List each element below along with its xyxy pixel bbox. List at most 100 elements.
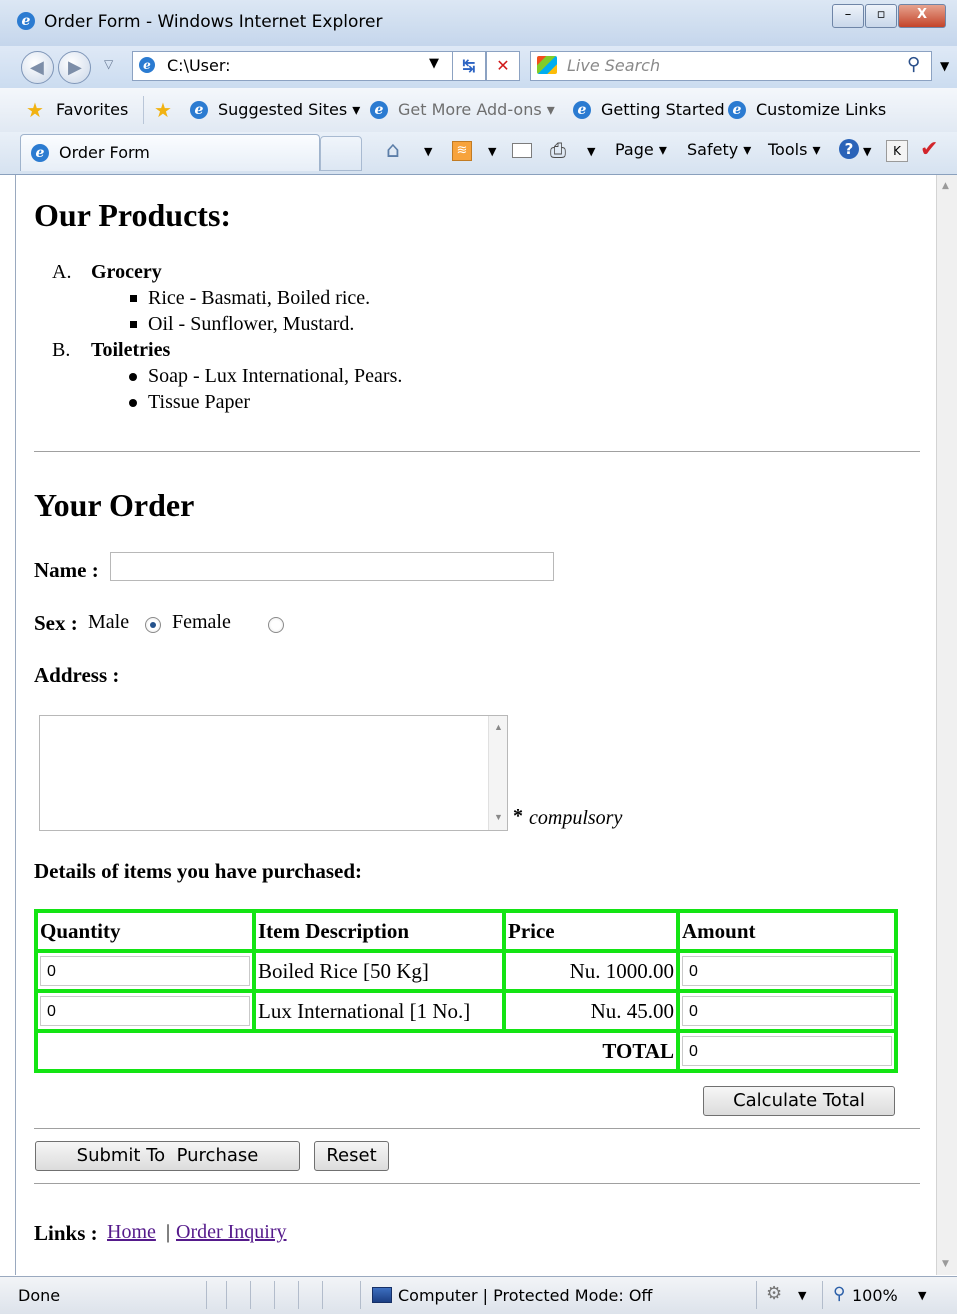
customize-links-link[interactable]: Customize Links — [756, 100, 886, 119]
get-more-addons-link[interactable]: Get More Add-ons ▾ — [398, 100, 555, 119]
refresh-button[interactable]: ↹ — [452, 51, 486, 81]
search-box[interactable]: Live Search ⚲ — [530, 51, 932, 81]
order-inquiry-link[interactable]: Order Inquiry — [176, 1221, 287, 1244]
forward-button[interactable]: ▶ — [58, 51, 91, 84]
page-scrollbar[interactable]: ▲ ▼ — [936, 175, 957, 1275]
price-cell: Nu. 1000.00 — [504, 951, 678, 991]
table-header-row: Quantity Item Description Price Amount — [36, 911, 896, 951]
square-bullet-icon — [130, 321, 137, 328]
suggested-sites-link[interactable]: Suggested Sites ▾ — [218, 100, 360, 119]
male-radio[interactable] — [145, 617, 161, 634]
divider — [274, 1281, 275, 1309]
window-title: Order Form - Windows Internet Explorer — [44, 12, 383, 32]
tab-title: Order Form — [59, 143, 150, 162]
tab-order-form[interactable]: e Order Form — [20, 134, 320, 171]
divider — [822, 1281, 823, 1309]
tools-menu[interactable]: Tools ▾ — [768, 140, 821, 159]
header-amount: Amount — [678, 911, 896, 951]
stop-icon: ✕ — [496, 56, 510, 75]
address-bar[interactable]: e C:\User: ▼ — [132, 51, 454, 81]
home-dropdown-icon[interactable]: ▼ — [424, 145, 432, 158]
address-input[interactable]: C:\User: — [167, 56, 231, 75]
list-item: Tissue Paper — [148, 391, 251, 413]
close-button[interactable]: X — [898, 4, 946, 28]
divider — [143, 96, 144, 124]
header-price: Price — [504, 911, 678, 951]
link-separator: | — [166, 1221, 171, 1243]
back-arrow-icon: ◀ — [30, 57, 44, 78]
zoom-level[interactable]: 100% — [852, 1286, 898, 1305]
home-link[interactable]: Home — [107, 1221, 156, 1244]
search-options-icon[interactable]: ▼ — [940, 59, 949, 73]
quantity-cell: 0 — [36, 951, 254, 991]
protected-mode-dropdown-icon[interactable]: ▼ — [798, 1289, 806, 1302]
status-text: Done — [18, 1286, 61, 1305]
page-menu[interactable]: Page ▾ — [615, 140, 667, 159]
zoom-icon[interactable]: ⚲ — [833, 1284, 845, 1304]
amount-cell: 0 — [678, 991, 896, 1031]
favorites-bar: ★ Favorites ★ e Suggested Sites ▾ e Get … — [0, 88, 957, 133]
scroll-up-icon[interactable]: ▲ — [942, 181, 949, 191]
description-cell: Lux International [1 No.] — [254, 991, 504, 1031]
calculate-total-button[interactable]: Calculate Total — [703, 1086, 895, 1116]
feeds-dropdown-icon[interactable]: ▼ — [488, 145, 496, 158]
amount-input[interactable]: 0 — [682, 996, 892, 1026]
submit-button[interactable]: Submit To Purchase — [35, 1141, 300, 1171]
favorites-button[interactable]: Favorites — [56, 100, 128, 119]
security-zone-text: Computer | Protected Mode: Off — [398, 1286, 653, 1305]
search-input[interactable]: Live Search — [567, 56, 660, 75]
scroll-down-icon[interactable]: ▼ — [942, 1259, 949, 1269]
name-field[interactable] — [110, 552, 554, 581]
textarea-scrollbar[interactable]: ▲ ▼ — [488, 716, 507, 830]
back-button[interactable]: ◀ — [21, 51, 54, 84]
round-bullet-icon — [129, 373, 137, 381]
new-tab-button[interactable] — [320, 136, 362, 171]
toolbar-k-icon[interactable]: K — [886, 140, 908, 162]
maximize-button[interactable]: ▫ — [865, 4, 897, 28]
status-bar: Done Computer | Protected Mode: Off ⚙ ▼ … — [0, 1276, 957, 1314]
address-dropdown-icon[interactable]: ▼ — [429, 56, 439, 71]
female-radio[interactable] — [268, 617, 284, 634]
links-label: Links : — [34, 1221, 98, 1245]
sex-label: Sex : — [34, 611, 78, 635]
print-dropdown-icon[interactable]: ▼ — [587, 145, 595, 158]
address-textarea[interactable]: ▲ ▼ — [39, 715, 508, 831]
home-icon[interactable]: ⌂ — [386, 138, 400, 163]
reset-button[interactable]: Reset — [314, 1141, 389, 1171]
recent-pages-dropdown-icon[interactable]: ▽ — [104, 57, 113, 71]
total-input[interactable]: 0 — [682, 1036, 892, 1066]
help-icon[interactable]: ? — [839, 139, 859, 159]
amount-input[interactable]: 0 — [682, 956, 892, 986]
protected-mode-icon[interactable]: ⚙ — [766, 1283, 782, 1304]
total-cell: 0 — [678, 1031, 896, 1071]
minimize-button[interactable]: – — [832, 4, 864, 28]
computer-zone-icon — [372, 1287, 392, 1303]
quantity-input[interactable]: 0 — [40, 996, 250, 1026]
header-item-description: Item Description — [254, 911, 504, 951]
zoom-dropdown-icon[interactable]: ▼ — [918, 1289, 926, 1302]
quantity-input[interactable]: 0 — [40, 956, 250, 986]
safety-menu[interactable]: Safety ▾ — [687, 140, 751, 159]
items-table: Quantity Item Description Price Amount 0… — [34, 909, 898, 1073]
male-label: Male — [88, 611, 130, 633]
total-row: TOTAL 0 — [36, 1031, 896, 1071]
add-favorites-icon[interactable]: ★ — [154, 98, 172, 122]
live-search-logo-icon — [537, 56, 557, 74]
category-grocery: Grocery — [91, 261, 162, 283]
scroll-down-icon[interactable]: ▼ — [494, 812, 503, 822]
scroll-up-icon[interactable]: ▲ — [494, 722, 503, 732]
search-icon[interactable]: ⚲ — [907, 54, 920, 75]
toolbar-addon-icon[interactable]: ✔ — [920, 137, 938, 162]
getting-started-link[interactable]: Getting Started — [601, 100, 725, 119]
page-icon: e — [139, 57, 155, 73]
favorites-star-icon: ★ — [26, 98, 44, 122]
stop-button[interactable]: ✕ — [486, 51, 520, 81]
help-dropdown-icon[interactable]: ▼ — [863, 145, 871, 158]
table-row: 0 Lux International [1 No.] Nu. 45.00 0 — [36, 991, 896, 1031]
compulsory-star: * — [513, 805, 523, 827]
list-marker: B. — [52, 339, 71, 361]
print-icon[interactable]: ⎙ — [550, 138, 566, 162]
feeds-icon[interactable]: ≋ — [452, 141, 472, 161]
list-marker: A. — [52, 261, 72, 283]
read-mail-icon[interactable] — [512, 143, 532, 158]
